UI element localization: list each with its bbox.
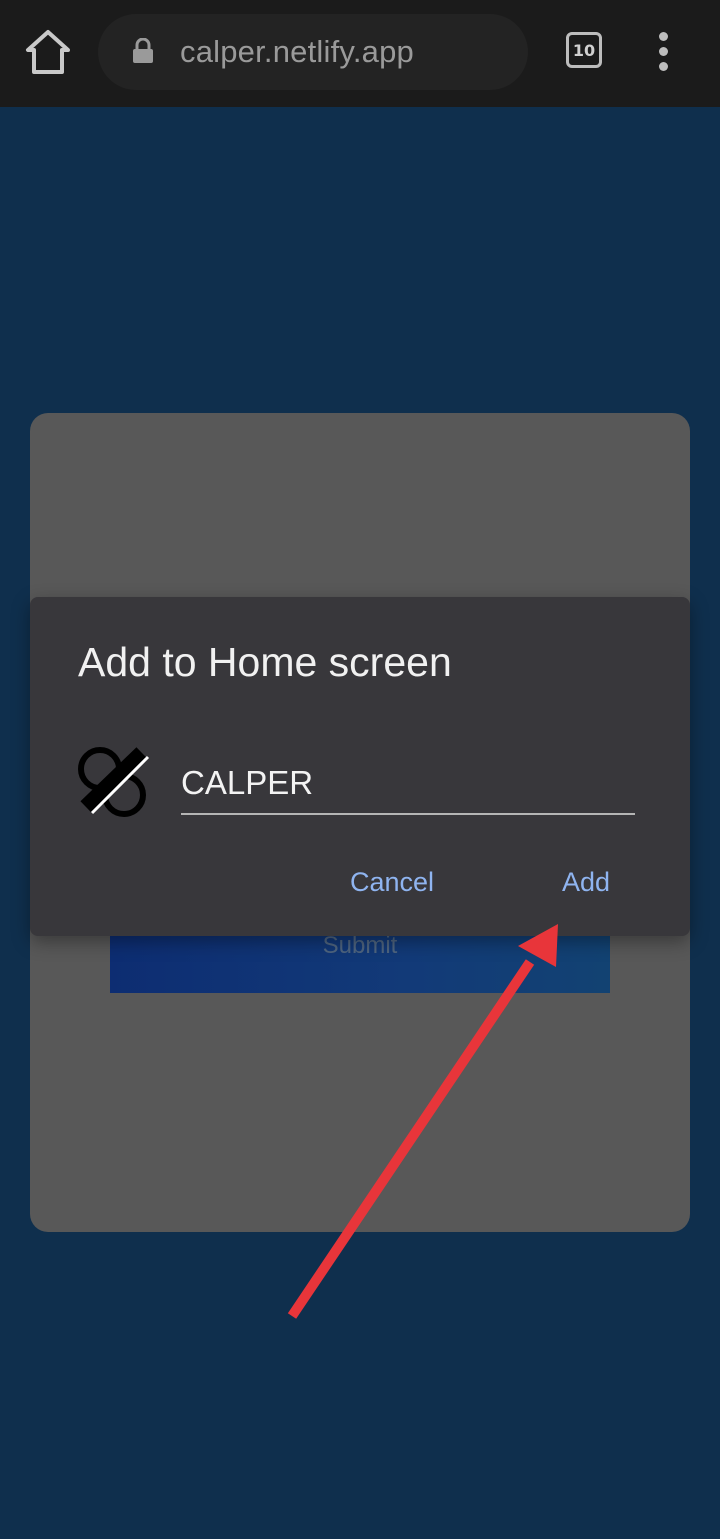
home-button[interactable] <box>22 28 74 76</box>
address-bar[interactable]: calper.netlify.app <box>98 14 528 90</box>
add-button[interactable]: Add <box>562 867 610 898</box>
browser-toolbar: calper.netlify.app 10 <box>0 0 720 107</box>
more-vert-icon[interactable] <box>652 32 676 72</box>
app-name-input[interactable] <box>181 759 635 807</box>
add-to-home-dialog: Add to Home screen Cancel Add <box>30 597 690 936</box>
tab-count: 10 <box>572 40 596 60</box>
lock-icon <box>133 38 153 63</box>
cancel-button[interactable]: Cancel <box>350 867 434 898</box>
app-name-field[interactable] <box>181 755 635 815</box>
home-icon <box>26 30 70 74</box>
app-logo-icon <box>78 747 150 817</box>
dialog-title: Add to Home screen <box>78 639 452 685</box>
submit-button[interactable]: Submit <box>110 929 610 993</box>
tab-switcher-button[interactable]: 10 <box>566 32 602 68</box>
url-text: calper.netlify.app <box>180 34 414 69</box>
